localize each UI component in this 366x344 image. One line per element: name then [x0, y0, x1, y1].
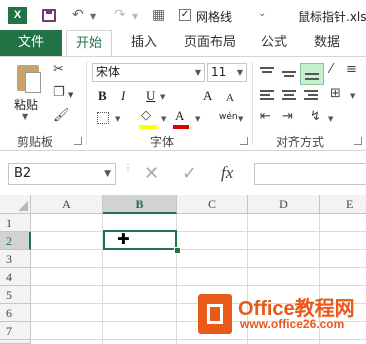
alignment-group-label: 对齐方式 [276, 135, 325, 149]
grid-line [31, 339, 366, 340]
font-color-icon[interactable]: A [175, 108, 184, 124]
group-divider [86, 61, 87, 145]
phonetic-guide-button[interactable]: wén [219, 109, 238, 125]
group-divider [252, 61, 253, 145]
redo-dropdown-icon[interactable]: ▼ [132, 9, 138, 25]
grid-line [31, 285, 366, 286]
name-box[interactable]: B2 ▼ [8, 163, 116, 185]
text-direction-icon[interactable]: ↯ [310, 110, 321, 124]
bold-button[interactable]: B [98, 88, 107, 104]
ribbon-home: 粘贴 ▼ ✂ ❐ ▼ 🖌 剪贴板 宋体 ▼ 11 ▼ B I U ▼ A A ▼… [0, 56, 366, 151]
underline-dropdown-icon[interactable]: ▼ [160, 93, 165, 101]
grid-line [31, 231, 366, 232]
paste-icon[interactable] [17, 65, 41, 93]
copy-dropdown-icon[interactable]: ▼ [68, 88, 73, 102]
font-size-value: 11 [211, 65, 227, 79]
cut-icon[interactable]: ✂ [53, 63, 64, 77]
column-header-b[interactable]: B [103, 195, 177, 214]
grid-line [31, 267, 366, 268]
clipboard-launcher-icon[interactable] [74, 137, 82, 145]
tab-home[interactable]: 开始 [66, 30, 112, 57]
paste-dropdown-icon[interactable]: ▼ [22, 112, 28, 121]
align-bottom-icon[interactable] [300, 63, 324, 85]
formula-input[interactable] [254, 163, 366, 185]
column-header-c[interactable]: C [177, 195, 248, 214]
insert-function-button[interactable]: fx [221, 162, 233, 184]
select-all-button[interactable] [0, 195, 31, 214]
grid-line [31, 249, 366, 250]
chevron-down-icon[interactable]: ▼ [104, 164, 111, 184]
orientation-icon[interactable]: ⁄ [330, 63, 332, 77]
table-grid-icon[interactable]: ▦ [152, 7, 165, 23]
save-icon[interactable] [42, 9, 56, 22]
undo-dropdown-icon[interactable]: ▼ [90, 9, 96, 25]
tab-data[interactable]: 数据 [314, 30, 340, 56]
format-painter-icon[interactable]: 🖌 [53, 109, 70, 123]
fill-color-icon[interactable]: ◇ [141, 109, 151, 123]
enter-icon[interactable]: ✓ [182, 163, 197, 185]
wrap-text-icon[interactable]: ≡ [346, 63, 357, 77]
row-header-3[interactable]: 3 [0, 250, 31, 268]
row-header-2[interactable]: 2 [0, 232, 31, 250]
font-name-value: 宋体 [96, 65, 121, 79]
alignment-launcher-icon[interactable] [354, 137, 362, 145]
gridlines-label: 网格线 [196, 10, 233, 24]
font-size-select[interactable]: 11 ▼ [207, 63, 247, 82]
increase-indent-icon[interactable]: ⇥ [282, 110, 293, 124]
undo-icon[interactable]: ↶ [72, 7, 84, 23]
column-header-d[interactable]: D [248, 195, 320, 214]
font-color-dropdown-icon[interactable]: ▼ [195, 115, 200, 123]
copy-icon[interactable]: ❐ [53, 86, 65, 100]
window-title: 鼠标指针.xls [298, 10, 366, 24]
font-color-swatch [173, 125, 189, 129]
excel-logo-icon: X [8, 7, 27, 24]
clipboard-group-label: 剪贴板 [17, 135, 54, 149]
decrease-font-button[interactable]: A [226, 90, 234, 106]
merge-center-icon[interactable]: ⊞ [330, 87, 341, 101]
resize-handle-icon[interactable]: ⋮ [123, 164, 133, 174]
active-cell-b2[interactable] [103, 230, 177, 250]
tab-file[interactable]: 文件 [0, 30, 62, 56]
fill-handle[interactable] [174, 247, 181, 254]
mouse-pointer-cross-icon: ✚ [117, 230, 130, 248]
row-header-5[interactable]: 5 [0, 286, 31, 304]
phonetic-dropdown-icon[interactable]: ▼ [238, 115, 243, 123]
chevron-down-icon: ▼ [236, 68, 243, 77]
font-launcher-icon[interactable] [240, 137, 248, 145]
column-header-a[interactable]: A [31, 195, 103, 214]
chevron-down-icon: ▼ [194, 68, 201, 77]
row-header-7[interactable]: 7 [0, 322, 31, 340]
underline-button[interactable]: U [146, 88, 155, 104]
text-direction-dropdown-icon[interactable]: ▼ [328, 115, 333, 123]
customize-qat-icon[interactable]: ⌄ [258, 8, 266, 19]
borders-dropdown-icon[interactable]: ▼ [115, 115, 120, 123]
borders-icon[interactable] [97, 112, 109, 124]
font-group-label: 字体 [150, 135, 175, 149]
increase-font-button[interactable]: A [203, 88, 212, 104]
row-header-1[interactable]: 1 [0, 214, 31, 232]
font-name-select[interactable]: 宋体 ▼ [92, 63, 205, 82]
merge-dropdown-icon[interactable]: ▼ [350, 92, 355, 100]
row-header-8[interactable] [0, 340, 31, 344]
row-header-4[interactable]: 4 [0, 268, 31, 286]
tab-page-layout[interactable]: 页面布局 [184, 30, 236, 56]
tab-insert[interactable]: 插入 [131, 30, 157, 56]
fill-dropdown-icon[interactable]: ▼ [161, 115, 166, 123]
redo-icon[interactable]: ↷ [114, 7, 126, 23]
fill-color-swatch [139, 125, 157, 129]
cancel-icon[interactable]: ✕ [144, 163, 159, 185]
row-header-6[interactable]: 6 [0, 304, 31, 322]
gridlines-checkbox[interactable]: ✓ [179, 9, 191, 21]
decrease-indent-icon[interactable]: ⇤ [260, 110, 271, 124]
column-header-e[interactable]: E [320, 195, 366, 214]
ribbon-tabs: 文件 开始 插入 页面布局 公式 数据 [0, 30, 366, 57]
quick-access-toolbar: X ↶ ▼ ↷ ▼ ▦ ✓ 网格线 ⌄ 鼠标指针.xls [0, 0, 366, 30]
name-box-value: B2 [14, 166, 32, 181]
watermark-url: www.office26.com [240, 317, 345, 331]
paste-button[interactable]: 粘贴 [14, 96, 38, 113]
tab-formulas[interactable]: 公式 [261, 30, 287, 56]
office-logo-icon [198, 294, 232, 334]
italic-button[interactable]: I [121, 88, 125, 104]
